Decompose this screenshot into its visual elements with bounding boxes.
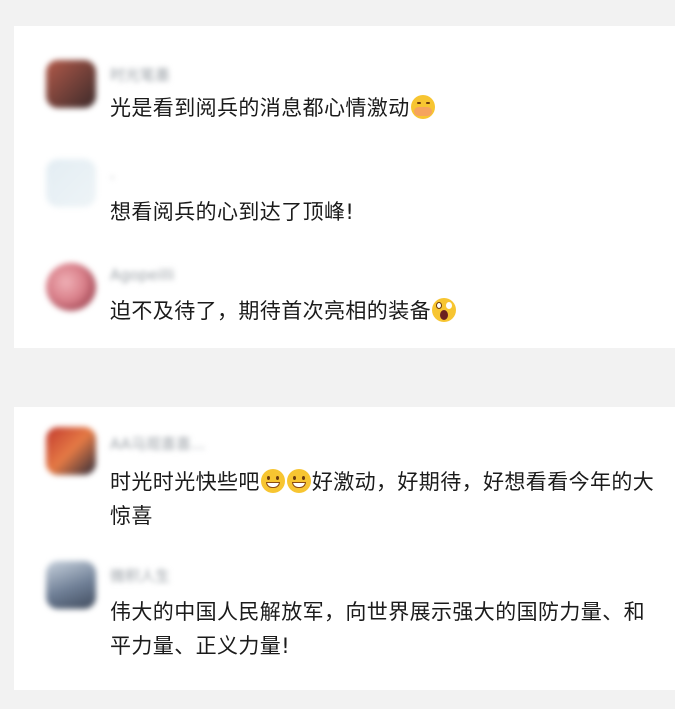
comment-item: 微积人生 伟大的中国人民解放军，向世界展示强大的国防力量、和平力量、正义力量!: [14, 557, 675, 677]
avatar[interactable]: [46, 60, 96, 108]
comment-body: 想看阅兵的心到达了顶峰!: [110, 200, 355, 224]
comment-text: 想看阅兵的心到达了顶峰!: [110, 195, 658, 229]
comment-text: 时光时光快些吧 好激动，好期待，好想看看今年的大惊喜: [110, 465, 658, 533]
comment-item: AA马观喜喜... 时光时光快些吧 好激动，好期待，好想看看今年的大惊喜: [14, 425, 675, 540]
comment-body: 伟大的中国人民解放军，向世界展示强大的国防力量、和平力量、正义力量!: [110, 600, 645, 658]
comment-text: 伟大的中国人民解放军，向世界展示强大的国防力量、和平力量、正义力量!: [110, 595, 658, 663]
username[interactable]: ·: [110, 169, 115, 187]
comment-text: 光是看到阅兵的消息都心情激动: [110, 91, 658, 125]
grinning-emoji-icon: [260, 469, 285, 493]
comment-body: 光是看到阅兵的消息都心情激动: [110, 96, 410, 120]
shy-emoji-icon: [410, 95, 435, 119]
comment-item: · 想看阅兵的心到达了顶峰!: [14, 159, 675, 247]
username[interactable]: 时光笔墨: [110, 64, 170, 85]
username[interactable]: Agopeilli: [110, 266, 174, 284]
avatar[interactable]: [46, 561, 96, 609]
grinning-emoji-icon: [286, 469, 311, 493]
comment-body: 迫不及待了，期待首次亮相的装备: [110, 299, 431, 323]
avatar[interactable]: [46, 159, 96, 207]
avatar[interactable]: [46, 427, 96, 475]
comment-card: 时光笔墨 光是看到阅兵的消息都心情激动 · 想看阅兵的心到达了顶峰! Agope…: [14, 26, 675, 348]
comment-body: 时光时光快些吧: [110, 470, 260, 494]
avatar[interactable]: [46, 263, 96, 311]
username[interactable]: AA马观喜喜...: [110, 433, 205, 454]
astonished-emoji-icon: [432, 298, 456, 322]
username[interactable]: 微积人生: [110, 565, 170, 586]
comment-text: 迫不及待了，期待首次亮相的装备: [110, 294, 658, 328]
comment-item: Agopeilli 迫不及待了，期待首次亮相的装备: [14, 258, 675, 346]
comment-item: 时光笔墨 光是看到阅兵的消息都心情激动: [14, 56, 675, 144]
comment-card: AA马观喜喜... 时光时光快些吧 好激动，好期待，好想看看今年的大惊喜 微积人生…: [14, 407, 675, 690]
